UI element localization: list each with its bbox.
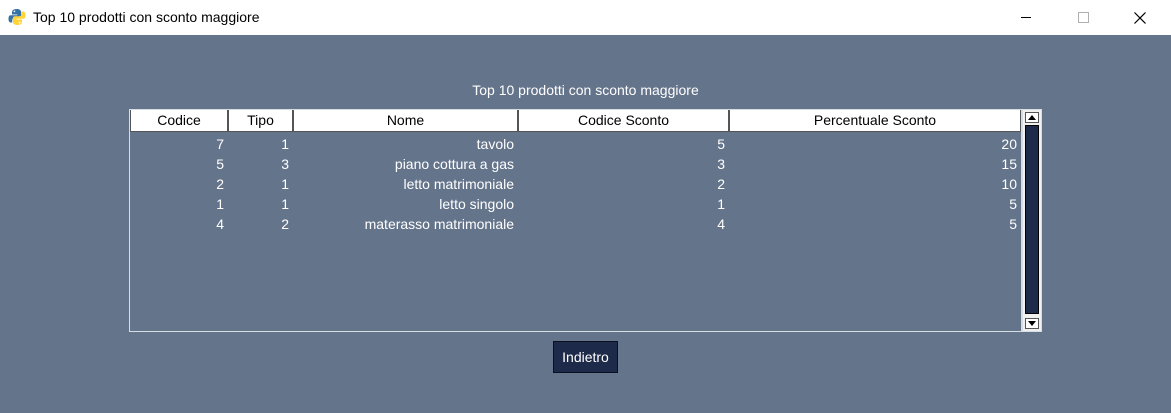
cell-tipo: 3: [281, 156, 289, 172]
cell-percentuale-sconto: 5: [1009, 196, 1017, 212]
cell-tipo: 1: [281, 196, 289, 212]
cell-nome: tavolo: [476, 136, 514, 152]
cell-percentuale-sconto: 20: [1001, 136, 1017, 152]
table-row[interactable]: 2 1 letto matrimoniale 2 10: [130, 174, 1021, 194]
cell-codice-sconto: 3: [717, 156, 725, 172]
cell-nome: letto singolo: [439, 196, 514, 212]
table-row[interactable]: 1 1 letto singolo 1 5: [130, 194, 1021, 214]
scroll-down-button[interactable]: [1025, 318, 1039, 329]
arrow-down-icon: [1028, 321, 1036, 326]
arrow-up-icon: [1028, 115, 1036, 120]
cell-codice: 2: [216, 176, 224, 192]
table-row[interactable]: 4 2 materasso matrimoniale 4 5: [130, 214, 1021, 234]
minimize-button[interactable]: [1003, 0, 1049, 35]
python-icon: [8, 9, 26, 25]
products-table[interactable]: Codice Tipo Nome Codice Sconto Percentua…: [129, 109, 1022, 332]
cell-tipo: 2: [281, 216, 289, 232]
cell-tipo: 1: [281, 176, 289, 192]
vertical-scrollbar[interactable]: [1022, 109, 1042, 332]
cell-codice: 1: [216, 196, 224, 212]
title-bar: Top 10 prodotti con sconto maggiore: [0, 0, 1171, 35]
cell-codice-sconto: 5: [717, 136, 725, 152]
column-header-nome[interactable]: Nome: [293, 110, 518, 132]
column-header-codice-sconto[interactable]: Codice Sconto: [518, 110, 729, 132]
cell-codice-sconto: 1: [717, 196, 725, 212]
minimize-icon: [1021, 17, 1031, 18]
column-header-percentuale-sconto[interactable]: Percentuale Sconto: [729, 110, 1021, 132]
window-title: Top 10 prodotti con sconto maggiore: [33, 9, 260, 25]
close-button[interactable]: [1117, 0, 1163, 35]
cell-codice-sconto: 2: [717, 176, 725, 192]
cell-codice: 7: [216, 136, 224, 152]
cell-percentuale-sconto: 10: [1001, 176, 1017, 192]
table-row[interactable]: 7 1 tavolo 5 20: [130, 134, 1021, 154]
cell-percentuale-sconto: 15: [1001, 156, 1017, 172]
maximize-icon: [1077, 12, 1089, 23]
cell-tipo: 1: [281, 136, 289, 152]
scroll-up-button[interactable]: [1025, 112, 1039, 123]
cell-percentuale-sconto: 5: [1009, 216, 1017, 232]
column-header-tipo[interactable]: Tipo: [228, 110, 293, 132]
back-button[interactable]: Indietro: [553, 341, 618, 373]
page-title: Top 10 prodotti con sconto maggiore: [472, 82, 699, 98]
scrollbar-thumb[interactable]: [1025, 125, 1039, 314]
cell-nome: letto matrimoniale: [403, 176, 515, 192]
maximize-button[interactable]: [1060, 0, 1106, 35]
cell-codice: 5: [216, 156, 224, 172]
close-icon: [1134, 11, 1146, 24]
cell-nome: piano cottura a gas: [394, 156, 514, 172]
table-header: Codice Tipo Nome Codice Sconto Percentua…: [130, 110, 1021, 132]
cell-nome: materasso matrimoniale: [364, 216, 514, 232]
cell-codice: 4: [216, 216, 224, 232]
table-row[interactable]: 5 3 piano cottura a gas 3 15: [130, 154, 1021, 174]
cell-codice-sconto: 4: [717, 216, 725, 232]
column-header-codice[interactable]: Codice: [130, 110, 228, 132]
